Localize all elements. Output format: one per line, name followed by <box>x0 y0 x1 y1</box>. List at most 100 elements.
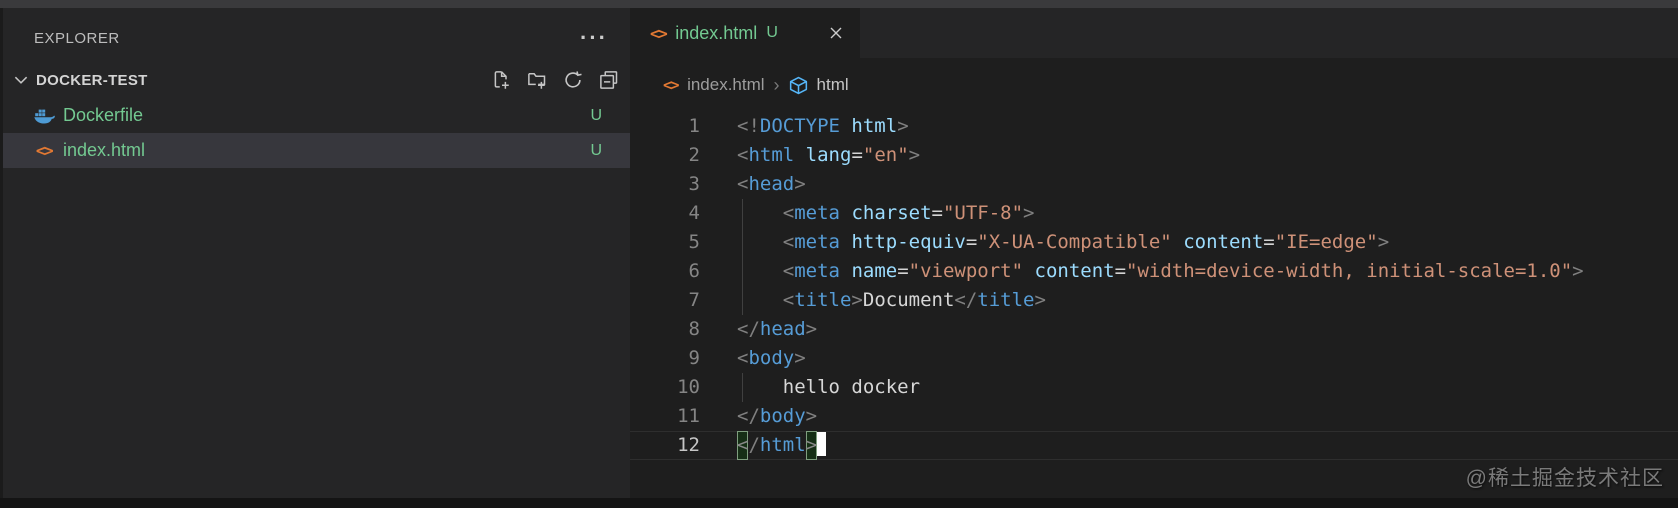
code-line[interactable]: 7 <title>Document</title> <box>630 286 1678 315</box>
line-number[interactable]: 8 <box>630 315 700 344</box>
code-line[interactable]: 2 <html lang="en"> <box>630 141 1678 170</box>
explorer-title: EXPLORER <box>34 30 120 47</box>
code-line[interactable]: 9 <body> <box>630 344 1678 373</box>
code-token: meta <box>794 202 840 224</box>
code-token: content <box>1183 231 1263 253</box>
breadcrumb-separator: › <box>774 75 780 96</box>
code-token: lang <box>806 144 852 166</box>
code-token <box>737 202 783 224</box>
code-line-content[interactable]: <body> <box>737 344 806 373</box>
tab-bar: <> index.html U <box>630 8 1678 58</box>
text-cursor <box>817 432 826 456</box>
explorer-sidebar: EXPLORER ··· DOCKER-TEST <box>0 8 630 498</box>
line-number[interactable]: 2 <box>630 141 700 170</box>
code-token: head <box>748 173 794 195</box>
code-line-content[interactable]: <title>Document</title> <box>737 286 1046 315</box>
line-number[interactable]: 10 <box>630 373 700 402</box>
workbench: EXPLORER ··· DOCKER-TEST <box>0 8 1678 498</box>
code-line[interactable]: 12 </html> <box>630 431 1678 460</box>
collapse-all-icon[interactable] <box>598 69 620 91</box>
new-file-icon[interactable] <box>490 69 512 91</box>
tab-label: index.html <box>675 23 757 44</box>
code-line[interactable]: 10 hello docker <box>630 373 1678 402</box>
code-token: < <box>737 431 748 460</box>
code-token: > <box>897 115 908 137</box>
window-bottom-edge <box>0 498 1678 508</box>
code-token: = <box>897 260 908 282</box>
close-tab-icon[interactable] <box>826 23 846 43</box>
line-number[interactable]: 7 <box>630 286 700 315</box>
line-number[interactable]: 4 <box>630 199 700 228</box>
line-number[interactable]: 9 <box>630 344 700 373</box>
code-token <box>794 144 805 166</box>
code-token: html <box>748 144 794 166</box>
line-number[interactable]: 1 <box>630 112 700 141</box>
code-token: > <box>806 431 817 460</box>
code-token <box>737 260 783 282</box>
code-line-content[interactable]: <html lang="en"> <box>737 141 920 170</box>
code-token: > <box>851 289 862 311</box>
code-token: > <box>794 173 805 195</box>
code-token: html <box>760 434 806 456</box>
file-name: index.html <box>63 140 145 161</box>
code-token: content <box>1035 260 1115 282</box>
more-actions-button[interactable]: ··· <box>580 33 608 43</box>
html-code-icon: <> <box>33 142 55 160</box>
code-token: </ <box>737 318 760 340</box>
code-token: meta <box>794 260 840 282</box>
code-line[interactable]: 3 <head> <box>630 170 1678 199</box>
tab-index-html[interactable]: <> index.html U <box>630 8 860 58</box>
code-line-content[interactable]: hello docker <box>737 373 920 402</box>
code-line-content[interactable]: <meta name="viewport" content="width=dev… <box>737 257 1584 286</box>
code-area[interactable]: 1<!DOCTYPE html>2<html lang="en">3<head>… <box>630 112 1678 460</box>
code-token: title <box>794 289 851 311</box>
indent-guide <box>742 228 743 257</box>
line-number[interactable]: 5 <box>630 228 700 257</box>
code-line[interactable]: 1 <!DOCTYPE html> <box>630 112 1678 141</box>
code-token <box>840 260 851 282</box>
code-token: > <box>1023 202 1034 224</box>
code-line[interactable]: 11 </body> <box>630 402 1678 431</box>
code-token: = <box>1115 260 1126 282</box>
line-number[interactable]: 6 <box>630 257 700 286</box>
file-row-dockerfile[interactable]: Dockerfile U <box>0 98 630 133</box>
breadcrumb-symbol[interactable]: html <box>817 75 849 95</box>
code-line-content[interactable]: <head> <box>737 170 806 199</box>
refresh-icon[interactable] <box>562 69 584 91</box>
code-token: > <box>1034 289 1045 311</box>
code-token: "en" <box>863 144 909 166</box>
code-token: meta <box>794 231 840 253</box>
new-folder-icon[interactable] <box>526 69 548 91</box>
file-row-index-html[interactable]: <> index.html U <box>0 133 630 168</box>
code-token: = <box>966 231 977 253</box>
line-number[interactable]: 11 <box>630 402 700 431</box>
code-token: = <box>851 144 862 166</box>
code-token: > <box>909 144 920 166</box>
code-token: > <box>1378 231 1389 253</box>
code-token: = <box>932 202 943 224</box>
code-line[interactable]: 6 <meta name="viewport" content="width=d… <box>630 257 1678 286</box>
code-line-content[interactable]: </html> <box>737 431 826 460</box>
code-line-content[interactable]: </head> <box>737 315 817 344</box>
code-token: http-equiv <box>851 231 965 253</box>
code-token: html <box>851 115 897 137</box>
html-code-icon: <> <box>650 24 666 43</box>
code-line[interactable]: 8 </head> <box>630 315 1678 344</box>
line-number[interactable]: 12 <box>630 431 700 460</box>
code-token: < <box>737 144 748 166</box>
code-line-content[interactable]: <meta charset="UTF-8"> <box>737 199 1035 228</box>
code-token: </ <box>737 405 760 427</box>
code-line[interactable]: 5 <meta http-equiv="X-UA-Compatible" con… <box>630 228 1678 257</box>
folder-section-header[interactable]: DOCKER-TEST <box>0 62 630 98</box>
code-token: "IE=edge" <box>1275 231 1378 253</box>
folder-section-actions <box>490 69 620 91</box>
code-token: <! <box>737 115 760 137</box>
code-token: / <box>748 434 759 456</box>
code-line-content[interactable]: </body> <box>737 402 817 431</box>
line-number[interactable]: 3 <box>630 170 700 199</box>
code-token: body <box>748 347 794 369</box>
code-line-content[interactable]: <!DOCTYPE html> <box>737 112 909 141</box>
code-line-content[interactable]: <meta http-equiv="X-UA-Compatible" conte… <box>737 228 1389 257</box>
breadcrumb-file[interactable]: index.html <box>687 75 764 95</box>
code-line[interactable]: 4 <meta charset="UTF-8"> <box>630 199 1678 228</box>
